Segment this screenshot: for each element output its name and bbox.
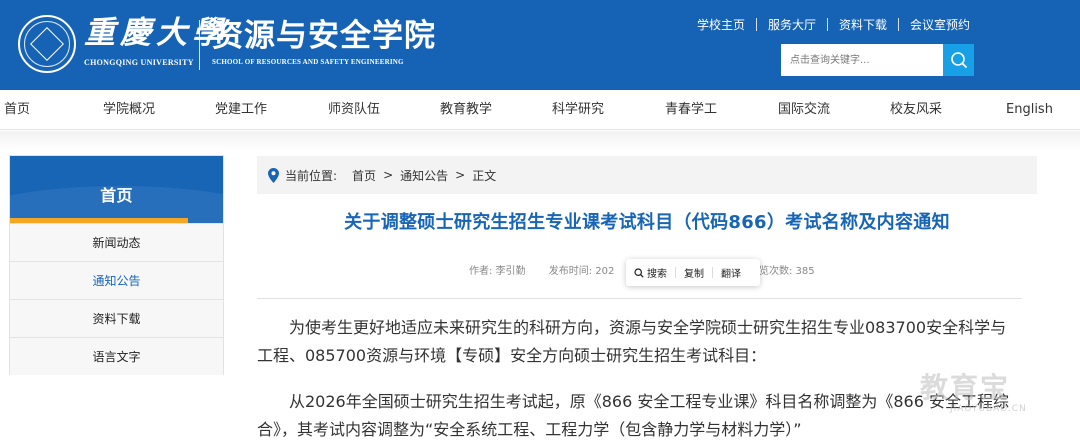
breadcrumb-notices[interactable]: 通知公告 [400,167,448,184]
search-box [781,44,974,76]
article-publish-time: 发布时间: 202 [548,266,615,277]
watermark: 教育宝 JIAOYUBAO.CN [920,366,1070,420]
site-header: 重慶大學 CHONGQING UNIVERSITY 资源与安全学院 SCHOOL… [0,0,1080,90]
nav-item-home[interactable]: 首页 [4,90,30,130]
sidebar-item-notices[interactable]: 通知公告 [10,261,223,299]
top-links: 学校主页 服务大厅 资料下载 会议室预约 [686,16,981,33]
top-link-homepage[interactable]: 学校主页 [686,16,756,33]
menu-search-label: 搜索 [647,269,667,280]
sidebar-header: 首页 [10,156,223,223]
logo-divider [199,20,200,70]
university-emblem-icon[interactable] [18,15,76,73]
search-icon [950,52,967,68]
search-button[interactable] [943,44,974,76]
sidebar: 首页 新闻动态 通知公告 资料下载 语言文字 [9,155,224,375]
nav-item-alumni[interactable]: 校友风采 [890,90,942,130]
sidebar-item-news[interactable]: 新闻动态 [10,223,223,261]
menu-copy-button[interactable]: 复制 [676,265,712,280]
nav-item-about[interactable]: 学院概况 [103,90,155,130]
main-nav: 首页 学院概况 党建工作 师资队伍 教育教学 科学研究 青春学工 国际交流 校友… [0,90,1080,130]
article-paragraph: 为使考生更好地适应未来研究生的科研方向，资源与安全学院硕士研究生招生专业0837… [257,318,1007,365]
menu-search-button[interactable]: 搜索 [626,265,675,280]
search-input[interactable] [781,44,943,76]
watermark-cn: 教育宝 [920,371,1011,404]
menu-translate-button[interactable]: 翻译 [713,265,749,280]
article-author: 作者: 李引勤 [469,266,526,277]
location-pin-icon [268,167,279,183]
nav-item-international[interactable]: 国际交流 [778,90,830,130]
sidebar-item-downloads[interactable]: 资料下载 [10,299,223,337]
top-link-downloads[interactable]: 资料下载 [828,16,898,33]
nav-item-party[interactable]: 党建工作 [215,90,267,130]
article-views: 览次数: 385 [759,266,815,277]
watermark-en: JIAOYUBAO.CN [950,404,1027,414]
nav-shadow-band [0,131,1080,151]
breadcrumb-label: 当前位置: [285,168,338,183]
article-title: 关于调整硕士研究生招生专业课考试科目（代码866）考试名称及内容通知 [344,212,950,233]
university-name-en: CHONGQING UNIVERSITY [84,58,194,67]
nav-item-student-affairs[interactable]: 青春学工 [665,90,717,130]
sidebar-item-language[interactable]: 语言文字 [10,337,223,375]
article-meta: 作者: 李引勤 发布时间: 202 览次数: 385 [469,262,815,277]
nav-item-english[interactable]: English [1006,90,1053,130]
search-icon [634,267,644,278]
school-name-en: SCHOOL OF RESOURCES AND SAFETY ENGINEERI… [212,58,404,66]
school-name-cn[interactable]: 资源与安全学院 [212,16,436,56]
top-link-service-hall[interactable]: 服务大厅 [757,16,827,33]
text-selection-menu: 搜索 复制 翻译 [626,259,760,286]
breadcrumb-current: 正文 [472,168,497,183]
university-name-cn[interactable]: 重慶大學 [84,14,228,52]
breadcrumb-home[interactable]: 首页 [352,167,376,184]
article-divider [257,298,1022,299]
nav-item-faculty[interactable]: 师资队伍 [328,90,380,130]
breadcrumb: 当前位置: 首页 > 通知公告 > 正文 [257,156,1037,194]
nav-item-research[interactable]: 科学研究 [552,90,604,130]
nav-item-education[interactable]: 教育教学 [440,90,492,130]
breadcrumb-separator: > [383,168,394,182]
breadcrumb-separator: > [455,168,466,182]
sidebar-title[interactable]: 首页 [10,156,223,223]
top-link-room-booking[interactable]: 会议室预约 [899,16,981,33]
article-paragraph: 从2026年全国硕士研究生招生考试起，原《866 安全工程专业课》科目名称调整为… [257,392,1009,439]
